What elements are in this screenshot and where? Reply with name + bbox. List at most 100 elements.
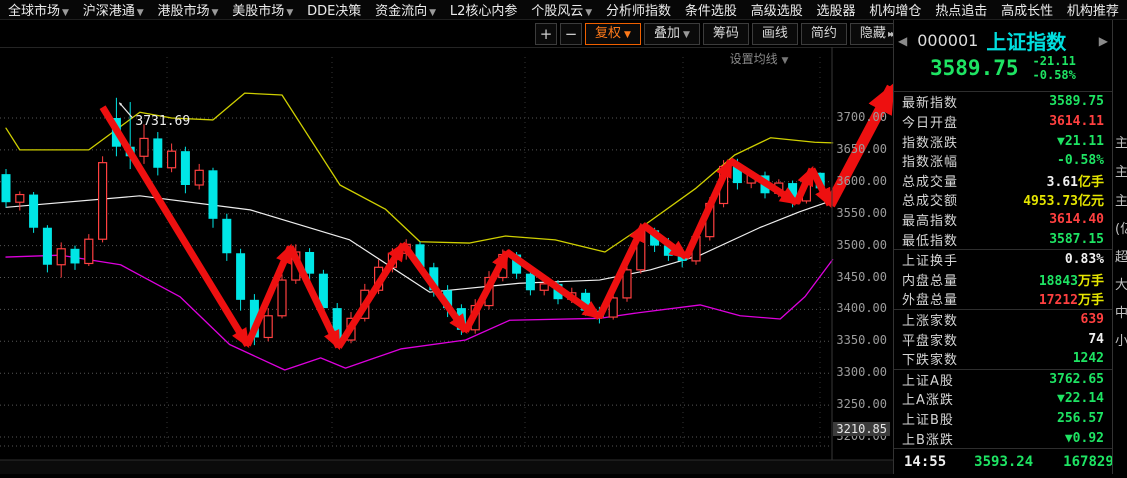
quote-row-label: 上涨家数: [902, 310, 958, 329]
quote-row-sh-b-index: 上证B股 256.57: [894, 409, 1112, 429]
chart-toolbar: +−复权▼叠加▼筹码画线简约隐藏▸▸: [0, 21, 893, 48]
quote-row-turnover-rate: 上证换手0.83%: [894, 249, 1112, 270]
chevron-down-icon: ▼: [585, 8, 592, 18]
quote-row-value: 256.57: [1057, 411, 1104, 426]
quote-row-unit: 万手: [1078, 274, 1104, 289]
quote-row-label: 上证B股: [902, 409, 954, 428]
menu-item-high-growth[interactable]: 高成长性: [1001, 0, 1053, 19]
quote-row-unit: 亿元: [1078, 194, 1104, 209]
menu-item-fund-flow[interactable]: 资金流向▼: [375, 0, 436, 19]
quote-row-label: 内盘总量: [902, 270, 958, 289]
toolbar-button-simple-mode[interactable]: 简约: [801, 23, 847, 45]
quote-time: 14:55: [904, 454, 946, 470]
quote-row-label: 最新指数: [902, 92, 958, 111]
quote-row-sh-a-change: 上A涨跌▼22.14: [894, 389, 1112, 409]
kline-chart-area[interactable]: 3731.69 设置均线 ▼: [0, 47, 893, 474]
top-menu-bar: 全球市场▼ 沪深港通▼ 港股市场▼ 美股市场▼ DDE决策资金流向▼ L2核心内参个股风云…: [0, 0, 1127, 20]
quote-row-label: 下跌家数: [902, 349, 958, 368]
quote-row-label: 今日开盘: [902, 112, 958, 131]
chevron-down-icon: ▼: [624, 30, 631, 40]
chevron-down-icon: ▼: [62, 8, 69, 18]
quote-row-unit: 万手: [1078, 293, 1104, 308]
quote-row-latest-index: 最新指数 3589.75: [894, 92, 1112, 112]
quote-row-today-open: 今日开盘 3614.11: [894, 112, 1112, 132]
menu-item-hs-hk-connect[interactable]: 沪深港通▼: [83, 0, 144, 19]
clipped-panel-fragment: 主: [1115, 132, 1127, 151]
menu-item-stock-screener[interactable]: 选股器: [817, 0, 856, 19]
ma-setting-label: 设置均线: [730, 52, 778, 66]
price-change-pct: -0.58%: [1033, 68, 1076, 82]
quote-row-value: 0.83%: [1065, 252, 1104, 267]
quote-row-index-change-pct: 指数涨幅-0.58%: [894, 151, 1112, 171]
ma-setting-dropdown[interactable]: 设置均线 ▼: [700, 50, 818, 67]
menu-item-institution-recommend[interactable]: 机构推荐: [1067, 0, 1119, 19]
menu-item-stock-fengyun[interactable]: 个股风云▼: [531, 0, 592, 19]
menu-item-dde-decision[interactable]: DDE决策: [307, 0, 361, 19]
menu-item-institution-increase[interactable]: 机构增仓: [869, 0, 921, 19]
quote-row-label: 上B涨跌: [902, 429, 954, 448]
quote-row-value: 4953.73亿元: [1023, 190, 1104, 209]
menu-item-condition-picker[interactable]: 条件选股: [685, 0, 737, 19]
toolbar-button-zoom-out[interactable]: −: [560, 23, 582, 45]
clipped-panel-fragment: (亿: [1115, 218, 1127, 237]
quote-row-value: 3.61亿手: [1047, 171, 1104, 190]
chevron-down-icon: ▼: [429, 8, 436, 18]
menu-item-hk-market[interactable]: 港股市场▼: [158, 0, 219, 19]
clipped-panel-fragment: 主: [1115, 190, 1127, 209]
next-stock-arrow-icon[interactable]: ▶: [1095, 34, 1112, 48]
app-window: 全球市场▼ 沪深港通▼ 港股市场▼ 美股市场▼ DDE决策资金流向▼ L2核心内参个股风云…: [0, 0, 1127, 474]
chevron-down-icon: ▼: [137, 8, 144, 18]
stock-name: 上证指数: [986, 26, 1094, 55]
quote-detail-rows: 最新指数 3589.75 今日开盘 3614.11 指数涨跌 ▼21.11 指数涨幅-0.5…: [894, 92, 1112, 448]
quote-header: ◀ 000001 上证指数 ▶ 3589.75 -21.11 -0.58%: [894, 20, 1112, 92]
toolbar-button-overlay[interactable]: 叠加▼: [644, 23, 700, 45]
quote-row-value: 17212万手: [1039, 289, 1104, 308]
clipped-panel-fragment: 大: [1115, 274, 1127, 293]
chevron-down-icon: ▼: [781, 56, 788, 66]
quote-row-label: 指数涨跌: [902, 132, 958, 151]
menu-item-us-market[interactable]: 美股市场▼: [232, 0, 293, 19]
clipped-panel-fragment: 小: [1115, 330, 1127, 349]
quote-row-value: 3614.11: [1049, 114, 1104, 129]
quote-row-label: 外盘总量: [902, 289, 958, 308]
menu-item-l2-core-info[interactable]: L2核心内参: [450, 0, 518, 19]
quote-row-sh-a-index: 上证A股3762.65: [894, 369, 1112, 390]
toolbar-button-zoom-in[interactable]: +: [535, 23, 557, 45]
quote-row-value: ▼21.11: [1057, 134, 1104, 149]
quote-row-label: 平盘家数: [902, 330, 958, 349]
quote-row-label: 最低指数: [902, 230, 958, 249]
chart-toolbar-buttons: +−复权▼叠加▼筹码画线简约隐藏▸▸: [535, 23, 931, 45]
quote-row-value: 639: [1081, 312, 1104, 327]
quote-row-value: 3589.75: [1049, 94, 1104, 109]
quote-row-highest-index: 最高指数3614.40: [894, 210, 1112, 230]
prev-stock-arrow-icon[interactable]: ◀: [894, 34, 911, 48]
menu-item-hot-spot[interactable]: 热点追击: [935, 0, 987, 19]
clipped-panel-fragment: 超: [1115, 246, 1127, 265]
footer-price: 3593.24: [974, 454, 1033, 470]
quote-row-lowest-index: 最低指数 3587.15: [894, 229, 1112, 249]
quote-panel: ◀ 000001 上证指数 ▶ 3589.75 -21.11 -0.58% 最新…: [894, 20, 1112, 474]
quote-row-label: 最高指数: [902, 210, 958, 229]
quote-row-value: 3587.15: [1049, 232, 1104, 247]
quote-row-value: ▼22.14: [1057, 391, 1104, 406]
quote-row-inner-volume: 内盘总量18843万手: [894, 269, 1112, 289]
toolbar-button-chip-distribution[interactable]: 筹码: [703, 23, 749, 45]
last-price: 3589.75: [930, 56, 1019, 80]
quote-row-label: 总成交额: [902, 190, 958, 209]
quote-row-decliners: 下跌家数 1242: [894, 349, 1112, 369]
quote-row-label: 总成交量: [902, 171, 958, 190]
quote-row-total-volume: 总成交量 3.61亿手: [894, 170, 1112, 190]
menu-item-global-market[interactable]: 全球市场▼: [8, 0, 69, 19]
quote-row-index-change: 指数涨跌 ▼21.11: [894, 131, 1112, 151]
toolbar-button-adjust-price[interactable]: 复权▼: [585, 23, 641, 45]
chevron-down-icon: ▼: [286, 8, 293, 18]
chevron-down-icon: ▼: [683, 30, 690, 40]
menu-item-analyst-index[interactable]: 分析师指数: [606, 0, 671, 19]
peak-price-annotation: 3731.69: [135, 114, 190, 129]
clipped-panel-fragment: 主: [1115, 161, 1127, 180]
chevron-down-icon: ▼: [212, 8, 219, 18]
menu-item-advanced-picker[interactable]: 高级选股: [751, 0, 803, 19]
quote-row-value: 1242: [1073, 351, 1104, 366]
toolbar-button-draw-line[interactable]: 画线: [752, 23, 798, 45]
kline-chart-canvas[interactable]: 3731.69: [0, 47, 893, 474]
